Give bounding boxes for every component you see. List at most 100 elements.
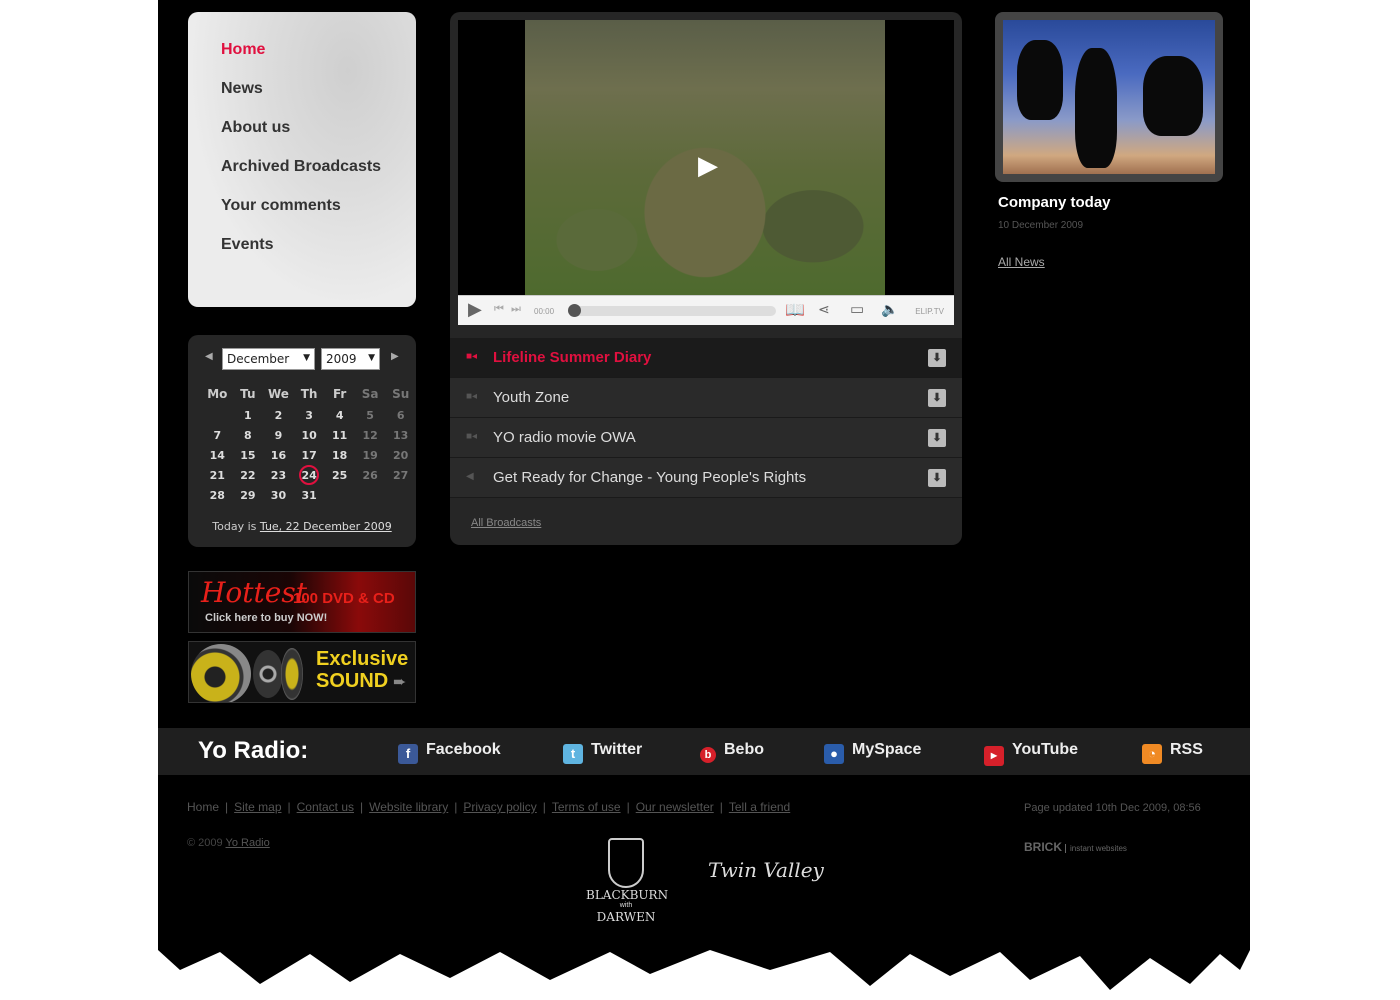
rss-link[interactable]: ◔ RSS — [1142, 741, 1203, 764]
calendar-day[interactable]: 7 — [202, 425, 233, 445]
calendar-widget: ◀ December ▼ 2009 ▼ ▶ Mo Tu We Th Fr Sa Su 123… — [188, 335, 416, 547]
bebo-link[interactable]: b Bebo — [700, 741, 764, 763]
news-image[interactable] — [995, 12, 1223, 182]
calendar-day[interactable]: 12 — [355, 425, 386, 445]
download-icon[interactable]: ⬇ — [928, 389, 946, 407]
download-icon[interactable]: ⬇ — [928, 349, 946, 367]
facebook-label: Facebook — [426, 741, 501, 758]
nav-item-events[interactable]: Events — [221, 236, 273, 254]
calendar-day[interactable]: 20 — [385, 445, 416, 465]
video-player[interactable]: ▶ — [458, 20, 954, 295]
nav-item-news[interactable]: News — [221, 80, 263, 98]
calendar-day[interactable]: 16 — [263, 445, 294, 465]
footer-link-privacy-policy[interactable]: Privacy policy — [463, 800, 536, 814]
play-icon[interactable]: ▶ — [468, 299, 482, 320]
calendar-day[interactable]: 2 — [263, 405, 294, 425]
play-overlay-icon[interactable]: ▶ — [698, 150, 718, 181]
footer-link-tell-a-friend[interactable]: Tell a friend — [729, 800, 790, 814]
calendar-day[interactable]: 10 — [294, 425, 325, 445]
calendar-day[interactable]: 19 — [355, 445, 386, 465]
calendar-day[interactable]: 27 — [385, 465, 416, 485]
calendar-day[interactable]: 14 — [202, 445, 233, 465]
calendar-day[interactable]: 9 — [263, 425, 294, 445]
calendar-day[interactable]: 24 — [294, 465, 325, 485]
calendar-day[interactable]: 17 — [294, 445, 325, 465]
next-icon[interactable]: ⏭ — [511, 303, 521, 316]
playlist-item-title: Youth Zone — [493, 389, 570, 406]
calendar-day[interactable]: 18 — [324, 445, 354, 465]
calendar-day[interactable]: 3 — [294, 405, 325, 425]
calendar-day-number: 23 — [270, 468, 287, 482]
footer-link-contact-us[interactable]: Contact us — [297, 800, 354, 814]
playlist-item[interactable]: ■◂ Youth Zone ⬇ — [450, 378, 962, 418]
grunge-border-decoration — [158, 940, 1250, 990]
book-icon[interactable]: 📖 — [785, 300, 805, 320]
calendar-day[interactable]: 29 — [233, 485, 263, 505]
download-icon[interactable]: ⬇ — [928, 429, 946, 447]
jumping-silhouettes-photo — [1003, 20, 1215, 174]
footer-link-website-library[interactable]: Website library — [369, 800, 448, 814]
brick-logo[interactable]: BRICK instant websites — [1024, 840, 1127, 854]
nav-item-home[interactable]: Home — [221, 41, 265, 59]
progress-bar[interactable] — [568, 304, 776, 317]
speaker-icon — [281, 648, 303, 700]
all-broadcasts-link[interactable]: All Broadcasts — [471, 517, 541, 529]
hottest-dvd-banner[interactable]: Hottest 100 DVD & CD Click here to buy N… — [188, 571, 416, 633]
calendar-day[interactable]: 11 — [324, 425, 354, 445]
calendar-day[interactable]: 28 — [202, 485, 233, 505]
exclusive-sound-banner[interactable]: Exclusive SOUND ➨ — [188, 641, 416, 703]
blackburn-darwen-logo[interactable]: BLACKBURN with DARWEN — [586, 838, 668, 930]
calendar-day[interactable]: 15 — [233, 445, 263, 465]
myspace-link[interactable]: ● MySpace — [824, 741, 921, 764]
footer-link-home[interactable]: Home — [187, 800, 219, 814]
all-news-link[interactable]: All News — [998, 255, 1045, 269]
footer-link-newsletter[interactable]: Our newsletter — [636, 800, 714, 814]
calendar-day-number: 15 — [240, 448, 256, 462]
calendar-day[interactable]: 6 — [385, 405, 416, 425]
myspace-icon: ● — [824, 744, 844, 764]
twin-valley-logo[interactable]: Twin Valley — [708, 858, 824, 882]
calendar-day[interactable]: 26 — [355, 465, 386, 485]
next-month-arrow-icon[interactable]: ▶ — [391, 351, 399, 362]
playlist-item[interactable]: ◀ Get Ready for Change - Young People's … — [450, 458, 962, 498]
chevron-down-icon: ▼ — [368, 353, 375, 363]
volume-icon[interactable]: 🔈 — [881, 301, 898, 318]
progress-knob[interactable] — [568, 304, 581, 317]
playlist-item[interactable]: ■◂ YO radio movie OWA ⬇ — [450, 418, 962, 458]
youtube-link[interactable]: ▶ YouTube — [984, 741, 1078, 766]
chevron-down-icon: ▼ — [303, 353, 310, 363]
partner1-line2: with — [619, 902, 633, 909]
calendar-day[interactable]: 22 — [233, 465, 263, 485]
nav-item-about-us[interactable]: About us — [221, 119, 290, 137]
screen-icon[interactable]: ▭ — [850, 300, 864, 318]
copyright-link[interactable]: Yo Radio — [226, 837, 270, 849]
twitter-icon: t — [563, 744, 583, 764]
calendar-day[interactable]: 1 — [233, 405, 263, 425]
twitter-link[interactable]: t Twitter — [563, 741, 642, 764]
weekday-header: Sa — [361, 387, 379, 401]
calendar-day[interactable]: 21 — [202, 465, 233, 485]
today-date-link[interactable]: Tue, 22 December 2009 — [260, 520, 392, 533]
playlist-item[interactable]: ■◂ Lifeline Summer Diary ⬇ — [450, 338, 962, 378]
footer-link-site-map[interactable]: Site map — [234, 800, 281, 814]
calendar-day-number: 27 — [393, 468, 409, 482]
calendar-day[interactable]: 31 — [294, 485, 325, 505]
calendar-day[interactable]: 30 — [263, 485, 294, 505]
footer-link-terms-of-use[interactable]: Terms of use — [552, 800, 621, 814]
calendar-day[interactable]: 23 — [263, 465, 294, 485]
facebook-link[interactable]: f Facebook — [398, 741, 501, 764]
nav-item-your-comments[interactable]: Your comments — [221, 197, 341, 215]
calendar-day[interactable]: 4 — [324, 405, 354, 425]
calendar-day[interactable]: 8 — [233, 425, 263, 445]
calendar-day[interactable]: 25 — [324, 465, 354, 485]
month-select[interactable]: December ▼ — [222, 348, 315, 370]
year-select[interactable]: 2009 ▼ — [321, 348, 380, 370]
calendar-day[interactable]: 13 — [385, 425, 416, 445]
share-icon[interactable]: ⋖ — [818, 301, 830, 318]
nav-item-archived-broadcasts[interactable]: Archived Broadcasts — [221, 158, 381, 176]
previous-icon[interactable]: ⏮ — [494, 303, 504, 316]
prev-month-arrow-icon[interactable]: ◀ — [205, 351, 213, 362]
download-icon[interactable]: ⬇ — [928, 469, 946, 487]
calendar-day[interactable]: 5 — [355, 405, 386, 425]
news-title[interactable]: Company today — [998, 194, 1111, 211]
